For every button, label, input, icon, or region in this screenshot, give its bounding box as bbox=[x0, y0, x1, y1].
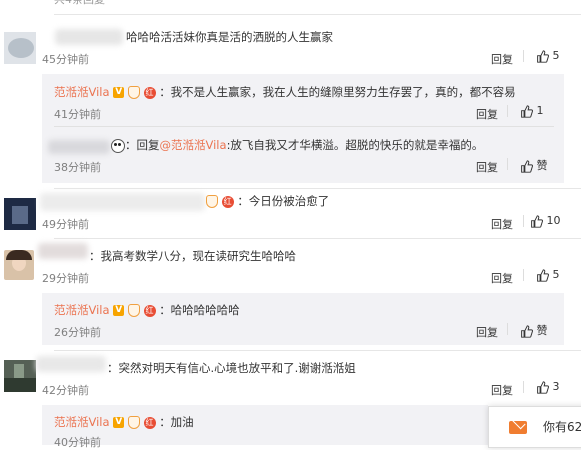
like-count: 1 bbox=[536, 104, 544, 117]
reply-button[interactable]: 回复 bbox=[491, 270, 513, 286]
like-count: 5 bbox=[552, 49, 560, 62]
divider bbox=[54, 238, 581, 239]
like-button[interactable]: 5 bbox=[536, 268, 560, 282]
reply-line: ：回复@范湉湉Vila:放飞自我又才华横溢。超脱的快乐的就是幸福的。 bbox=[111, 137, 483, 153]
comment-time: 45分钟前 bbox=[42, 53, 89, 66]
divider bbox=[54, 14, 581, 15]
comment-text: ：突然对明天有信心.心境也放平和了.谢谢湉湉姐 bbox=[107, 361, 356, 375]
more-replies-link[interactable]: 共4条回复 bbox=[54, 0, 105, 8]
verified-badge: V bbox=[113, 87, 125, 98]
divider bbox=[54, 188, 581, 189]
divider bbox=[523, 50, 524, 62]
reply-author[interactable]: 范湉湉Vila bbox=[54, 303, 110, 317]
reply-time: 38分钟前 bbox=[54, 161, 101, 174]
mention-link[interactable]: @范湉湉Vila bbox=[160, 138, 227, 152]
blurred-username bbox=[36, 356, 106, 372]
level-badge-icon bbox=[206, 195, 218, 208]
message-notification[interactable]: 你有62 bbox=[488, 406, 581, 448]
notification-text: 你有62 bbox=[543, 420, 581, 434]
reply-text: ：加油 bbox=[159, 415, 194, 429]
reply-author[interactable]: 范湉湉Vila bbox=[54, 415, 110, 429]
reply-line: 范湉湉Vila V 红 ：我不是人生赢家，我在人生的缝隙里努力生存罢了，真的，都… bbox=[54, 84, 516, 100]
reply-text: ：哈哈哈哈哈哈 bbox=[159, 303, 240, 317]
verified-badge: V bbox=[113, 305, 125, 316]
thumbs-up-icon bbox=[521, 159, 533, 173]
reply-prefix: ：回复 bbox=[125, 138, 160, 152]
divider bbox=[54, 126, 554, 127]
reply-line: 范湉湉Vila V 红 ：加油 bbox=[54, 414, 194, 430]
like-button[interactable]: 赞 bbox=[520, 322, 548, 338]
reply-line: 范湉湉Vila V 红 ：哈哈哈哈哈哈 bbox=[54, 302, 240, 318]
like-button[interactable]: 1 bbox=[520, 104, 544, 118]
like-label: 赞 bbox=[536, 159, 548, 172]
blurred-username bbox=[38, 243, 88, 259]
like-label: 赞 bbox=[536, 324, 548, 337]
like-count: 5 bbox=[552, 268, 560, 281]
divider bbox=[507, 105, 508, 117]
like-count: 10 bbox=[546, 214, 561, 227]
reply-time: 41分钟前 bbox=[54, 108, 101, 121]
reply-time: 40分钟前 bbox=[54, 436, 101, 449]
reply-text: :放飞自我又才华横溢。超脱的快乐的就是幸福的。 bbox=[226, 138, 484, 152]
red-fan-badge: 红 bbox=[143, 304, 156, 317]
reply-button[interactable]: 回复 bbox=[476, 159, 498, 175]
avatar[interactable] bbox=[4, 360, 36, 392]
reply-button[interactable]: 回复 bbox=[476, 106, 498, 122]
thumbs-up-icon bbox=[537, 268, 549, 282]
reply-button[interactable]: 回复 bbox=[476, 324, 498, 340]
avatar[interactable] bbox=[4, 250, 34, 280]
comment-time: 42分钟前 bbox=[42, 384, 89, 397]
reply-text: ：我不是人生赢家，我在人生的缝隙里努力生存罢了，真的，都不容易 bbox=[159, 85, 516, 99]
divider bbox=[523, 269, 524, 281]
thumbs-up-icon bbox=[521, 104, 533, 118]
thumbs-up-icon bbox=[521, 324, 533, 338]
divider bbox=[507, 158, 508, 170]
thumbs-up-icon bbox=[537, 380, 549, 394]
like-button[interactable]: 10 bbox=[530, 214, 561, 228]
comment-text: ：我高考数学八分，现在读研究生哈哈哈 bbox=[89, 249, 296, 263]
divider bbox=[523, 381, 524, 393]
comment-time: 29分钟前 bbox=[42, 272, 89, 285]
red-fan-badge: 红 bbox=[143, 86, 156, 99]
like-count: 3 bbox=[552, 380, 560, 393]
verified-badge: V bbox=[113, 417, 125, 428]
level-badge-icon bbox=[127, 86, 140, 99]
avatar[interactable] bbox=[4, 32, 36, 64]
like-button[interactable]: 3 bbox=[536, 380, 560, 394]
envelope-icon bbox=[509, 415, 527, 434]
divider bbox=[523, 215, 524, 227]
comment-line: 红 ：今日份被治愈了 bbox=[206, 193, 329, 209]
comment-text: ：今日份被治愈了 bbox=[237, 194, 330, 208]
thumbs-up-icon bbox=[531, 214, 543, 228]
red-fan-badge: 红 bbox=[143, 416, 156, 429]
comment-text: 哈哈哈活活妹你真是活的洒脱的人生赢家 bbox=[126, 30, 333, 44]
blurred-username bbox=[55, 29, 123, 45]
reply-time: 26分钟前 bbox=[54, 326, 101, 339]
like-button[interactable]: 赞 bbox=[520, 157, 548, 173]
level-badge-icon bbox=[127, 416, 140, 429]
red-fan-badge: 红 bbox=[221, 195, 234, 208]
comment-time: 49分钟前 bbox=[42, 218, 89, 231]
avatar[interactable] bbox=[4, 198, 36, 230]
blurred-username bbox=[40, 193, 205, 211]
divider bbox=[507, 323, 508, 335]
level-badge-icon bbox=[127, 304, 140, 317]
reply-button[interactable]: 回复 bbox=[491, 216, 513, 232]
reply-button[interactable]: 回复 bbox=[491, 51, 513, 67]
reply-author[interactable]: 范湉湉Vila bbox=[54, 85, 110, 99]
panda-icon bbox=[111, 138, 125, 153]
divider bbox=[54, 350, 581, 351]
reply-button[interactable]: 回复 bbox=[491, 382, 513, 398]
thumbs-up-icon bbox=[537, 49, 549, 63]
blurred-username bbox=[48, 140, 110, 154]
like-button[interactable]: 5 bbox=[536, 49, 560, 63]
